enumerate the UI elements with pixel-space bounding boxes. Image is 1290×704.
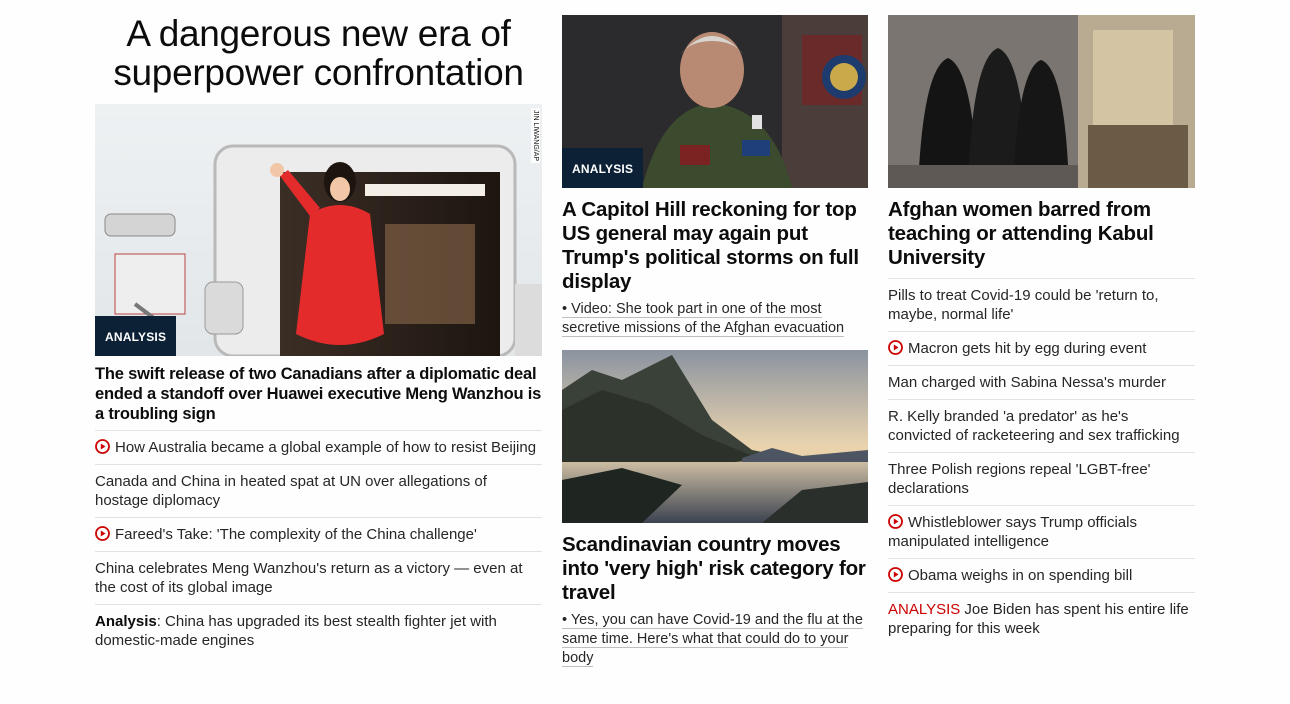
related-link[interactable]: • Yes, you can have Covid-19 and the flu…	[562, 611, 868, 668]
photo-credit: JIN LIWANG/AP	[531, 108, 540, 164]
women-in-burqas-photo	[888, 15, 1195, 188]
list-item[interactable]: Pills to treat Covid-19 could be 'return…	[888, 278, 1195, 331]
list-item-label: Whistleblower says Trump officials manip…	[888, 514, 1137, 550]
middle-column: ANALYSIS A Capitol Hill reckoning for to…	[562, 0, 868, 668]
list-item-label: Fareed's Take: 'The complexity of the Ch…	[115, 526, 477, 543]
related-video-link[interactable]: • Video: She took part in one of the mos…	[562, 300, 868, 338]
list-item[interactable]: Obama weighs in on spending bill	[888, 558, 1195, 592]
list-item-label: Canada and China in heated spat at UN ov…	[95, 473, 487, 509]
list-item-label: Three Polish regions repeal 'LGBT-free' …	[888, 461, 1151, 497]
list-item-label: Macron gets hit by egg during event	[908, 340, 1147, 357]
list-item[interactable]: Three Polish regions repeal 'LGBT-free' …	[888, 452, 1195, 505]
related-link-label: • Video: She took part in one of the mos…	[562, 301, 845, 337]
story-title[interactable]: A Capitol Hill reckoning for top US gene…	[562, 198, 868, 294]
travel-story-image[interactable]	[562, 350, 868, 523]
play-video-icon	[888, 340, 903, 355]
related-link-label: • Yes, you can have Covid-19 and the flu…	[562, 612, 863, 667]
list-item[interactable]: China celebrates Meng Wanzhou's return a…	[95, 551, 542, 604]
list-item[interactable]: Macron gets hit by egg during event	[888, 331, 1195, 365]
story-title[interactable]: Afghan women barred from teaching or att…	[888, 198, 1195, 278]
lead-headline[interactable]: A dangerous new era of superpower confro…	[95, 14, 542, 92]
fjord-landscape-photo	[562, 350, 868, 523]
analysis-badge: ANALYSIS	[562, 148, 644, 188]
analysis-label: Analysis	[95, 613, 157, 630]
list-item-label: Obama weighs in on spending bill	[908, 567, 1133, 584]
list-item-label: Man charged with Sabina Nessa's murder	[888, 374, 1166, 391]
list-item[interactable]: R. Kelly branded 'a predator' as he's co…	[888, 399, 1195, 452]
list-item[interactable]: ANALYSIS Joe Biden has spent his entire …	[888, 592, 1195, 645]
analysis-label: ANALYSIS	[888, 601, 961, 618]
list-item[interactable]: Canada and China in heated spat at UN ov…	[95, 464, 542, 517]
list-item[interactable]: Fareed's Take: 'The complexity of the Ch…	[95, 517, 542, 551]
list-item-label: China celebrates Meng Wanzhou's return a…	[95, 560, 523, 596]
afghan-story-image[interactable]	[888, 15, 1195, 188]
lead-story-column: A dangerous new era of superpower confro…	[95, 0, 542, 657]
play-video-icon	[95, 439, 110, 454]
general-story-image[interactable]: ANALYSIS	[562, 15, 868, 188]
list-item[interactable]: How Australia became a global example of…	[95, 430, 542, 464]
play-video-icon	[95, 526, 110, 541]
lead-story-title[interactable]: The swift release of two Canadians after…	[95, 364, 542, 430]
story-title[interactable]: Scandinavian country moves into 'very hi…	[562, 533, 868, 605]
analysis-badge: ANALYSIS	[95, 316, 177, 356]
list-item[interactable]: Man charged with Sabina Nessa's murder	[888, 365, 1195, 399]
list-item[interactable]: Whistleblower says Trump officials manip…	[888, 505, 1195, 558]
play-video-icon	[888, 514, 903, 529]
list-item-label: R. Kelly branded 'a predator' as he's co…	[888, 408, 1180, 444]
lead-story-image[interactable]: JIN LIWANG/AP ANALYSIS	[95, 104, 542, 356]
play-video-icon	[888, 567, 903, 582]
list-item[interactable]: Analysis: China has upgraded its best st…	[95, 604, 542, 657]
list-item-label: How Australia became a global example of…	[115, 439, 537, 456]
right-column: Afghan women barred from teaching or att…	[888, 0, 1195, 645]
list-item-label: Pills to treat Covid-19 could be 'return…	[888, 287, 1159, 323]
